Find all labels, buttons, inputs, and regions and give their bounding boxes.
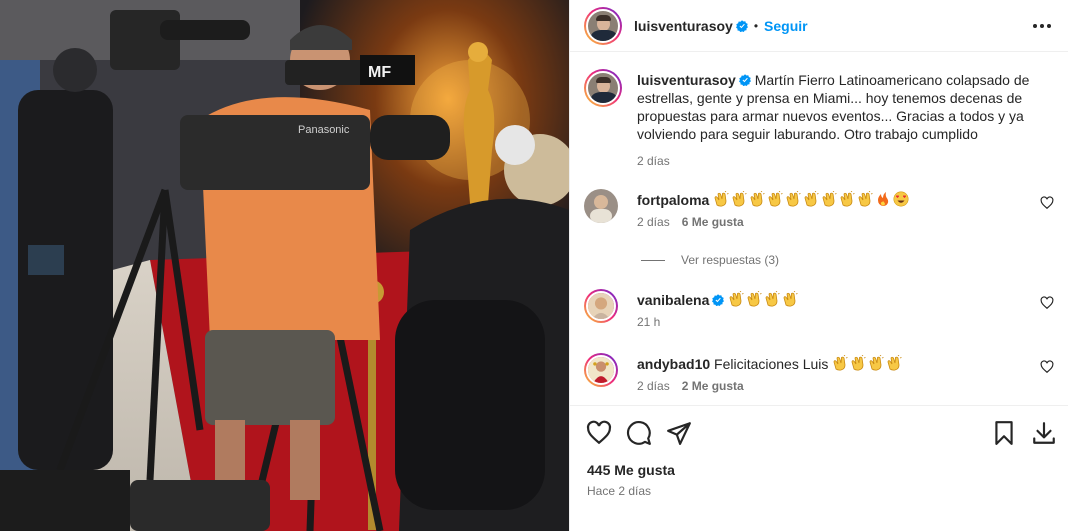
- comment-username[interactable]: vanibalena: [637, 292, 709, 308]
- mic-flag-logo: MF: [368, 64, 391, 81]
- clap-emoji-icon: [783, 291, 798, 307]
- clap-emoji-icon: [804, 191, 819, 207]
- separator-dot: •: [753, 18, 759, 33]
- view-replies-button[interactable]: Ver respuestas (3): [641, 253, 779, 267]
- heart-icon[interactable]: [586, 420, 612, 446]
- comment-item: andybad10 Felicitaciones Luis 2 días 2 Me…: [584, 353, 1054, 403]
- caption-time: 2 días: [637, 154, 670, 168]
- like-comment-heart-icon[interactable]: [1040, 196, 1054, 210]
- verified-badge-icon: [712, 294, 725, 306]
- clap-emoji-icon: [750, 191, 765, 207]
- like-comment-heart-icon[interactable]: [1040, 360, 1054, 374]
- caption-text: luisventurasoy Martín Fierro Latinoameri…: [637, 71, 1047, 143]
- clap-emoji-icon: [851, 355, 866, 371]
- heart-eyes-emoji-icon: [893, 191, 909, 207]
- comment-likes[interactable]: 6 Me gusta: [682, 215, 744, 229]
- comment-text: andybad10 Felicitaciones Luis: [637, 355, 1027, 373]
- view-replies-label: Ver respuestas (3): [681, 253, 780, 267]
- clap-emoji-icon: [765, 291, 780, 307]
- clap-emoji-icon: [714, 191, 729, 207]
- author-username[interactable]: luisventurasoy: [634, 18, 733, 34]
- comment-time: 2 días: [637, 215, 670, 229]
- comment-item: fortpaloma 2 días 6 Me gusta: [584, 189, 1054, 239]
- comment-meta: 2 días 6 Me gusta: [637, 215, 744, 229]
- clap-emoji-icon: [729, 291, 744, 307]
- comment-text: vanibalena: [637, 291, 1027, 309]
- comment-time: 2 días: [637, 379, 670, 393]
- comment-avatar[interactable]: [584, 289, 618, 323]
- share-icon[interactable]: [666, 420, 692, 446]
- comment-meta: 2 días 2 Me gusta: [637, 379, 744, 393]
- clap-emoji-icon: [768, 191, 783, 207]
- clap-emoji-icon: [887, 355, 902, 371]
- more-options-icon[interactable]: [1033, 18, 1051, 34]
- camera-logo: Panasonic: [298, 124, 350, 136]
- post-photo[interactable]: Panasonic MF: [0, 0, 569, 531]
- caption-avatar[interactable]: [584, 69, 622, 107]
- post-header: luisventurasoy • Seguir: [570, 0, 1068, 52]
- post-actions: 445 Me gusta Hace 2 días: [570, 405, 1068, 531]
- clap-emoji-icon: [840, 191, 855, 207]
- comment-icon[interactable]: [626, 420, 652, 446]
- bookmark-icon[interactable]: [991, 420, 1017, 446]
- comment-item: vanibalena 21 h: [584, 289, 1054, 339]
- comment-emojis: [728, 291, 800, 308]
- clap-emoji-icon: [858, 191, 873, 207]
- clap-emoji-icon: [786, 191, 801, 207]
- comment-emojis: [713, 191, 911, 208]
- follow-button[interactable]: Seguir: [764, 18, 808, 34]
- post-side-panel: luisventurasoy • Seguir luisventurasoy M…: [569, 0, 1068, 531]
- author-avatar[interactable]: [584, 6, 622, 45]
- clap-emoji-icon: [732, 191, 747, 207]
- verified-badge-icon: [738, 74, 751, 86]
- post-date: Hace 2 días: [587, 484, 652, 498]
- like-comment-heart-icon[interactable]: [1040, 296, 1054, 310]
- comments-section[interactable]: luisventurasoy Martín Fierro Latinoameri…: [570, 53, 1068, 405]
- verified-badge-icon: [735, 19, 748, 32]
- clap-emoji-icon: [747, 291, 762, 307]
- clap-emoji-icon: [869, 355, 884, 371]
- comment-body: Felicitaciones Luis: [714, 356, 829, 372]
- likes-count[interactable]: 445 Me gusta: [587, 462, 675, 478]
- comment-avatar[interactable]: [584, 353, 618, 387]
- photo-illustration: Panasonic MF: [0, 0, 569, 531]
- clap-emoji-icon: [833, 355, 848, 371]
- comment-username[interactable]: andybad10: [637, 356, 710, 372]
- fire-emoji-icon: [878, 192, 889, 206]
- comment-avatar[interactable]: [584, 189, 618, 223]
- comment-likes[interactable]: 2 Me gusta: [682, 379, 744, 393]
- comment-time: 21 h: [637, 315, 661, 329]
- comment-username[interactable]: fortpaloma: [637, 192, 709, 208]
- download-icon[interactable]: [1031, 420, 1057, 446]
- comment-text: fortpaloma: [637, 191, 1027, 209]
- comment-meta: 21 h: [637, 315, 660, 329]
- comment-emojis: [832, 355, 904, 372]
- clap-emoji-icon: [822, 191, 837, 207]
- caption-username[interactable]: luisventurasoy: [637, 72, 736, 88]
